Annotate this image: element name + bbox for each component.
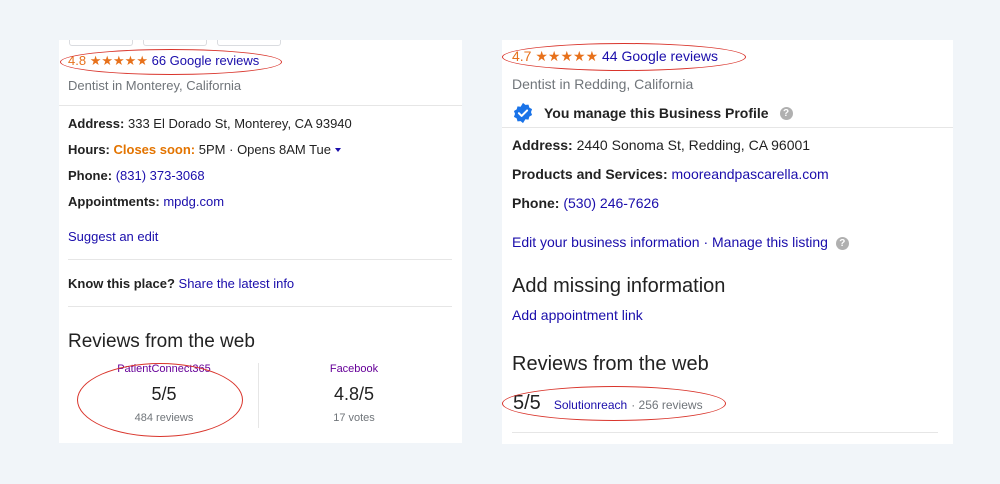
help-icon[interactable]: ? — [779, 106, 793, 120]
hours-close: 5PM — [198, 142, 226, 157]
phone-label: Phone: — [68, 168, 113, 183]
appointments-label: Appointments: — [68, 194, 160, 209]
address-value: 2440 Sonoma St, Redding, CA 96001 — [576, 137, 811, 153]
appointments-row: Appointments: mpdg.com — [68, 194, 224, 209]
annotation-oval — [60, 49, 282, 75]
share-info-link[interactable]: Share the latest info — [179, 276, 295, 291]
know-place-label: Know this place? — [68, 276, 175, 291]
address-row: Address: 333 El Dorado St, Monterey, CA … — [68, 116, 352, 131]
address-label: Address: — [68, 116, 125, 131]
divider — [68, 306, 452, 307]
review-count: 17 votes — [333, 412, 375, 424]
manage-profile-row: You manage this Business Profile ? — [512, 102, 793, 124]
divider — [59, 105, 462, 106]
reviews-heading: Reviews from the web — [68, 331, 255, 352]
products-link[interactable]: mooreandpascarella.com — [672, 166, 829, 182]
phone-label: Phone: — [512, 195, 560, 211]
annotation-oval — [502, 386, 726, 421]
action-button-2[interactable] — [143, 40, 207, 46]
annotation-oval — [77, 363, 243, 437]
divider — [68, 259, 452, 260]
chevron-down-icon[interactable] — [334, 148, 341, 152]
manage-listing-link[interactable]: · Manage this listing — [703, 234, 828, 250]
products-row: Products and Services: mooreandpascarell… — [512, 166, 829, 182]
right-business-panel: 4.7 ★★★★★ 44 Google reviews Dentist in R… — [502, 40, 953, 444]
address-value: 333 El Dorado St, Monterey, CA 93940 — [127, 116, 352, 131]
phone-row: Phone: (831) 373-3068 — [68, 168, 205, 183]
divider — [258, 363, 259, 428]
verified-badge-icon — [513, 102, 533, 124]
products-label: Products and Services: — [512, 166, 668, 182]
address-label: Address: — [512, 137, 573, 153]
manage-profile-text: You manage this Business Profile — [544, 105, 769, 121]
reviews-heading: Reviews from the web — [512, 353, 709, 375]
hours-open: · Opens 8AM Tue — [229, 142, 332, 157]
phone-link[interactable]: (530) 246-7626 — [563, 195, 659, 211]
review-source-link[interactable]: Facebook — [279, 363, 429, 375]
action-button-3[interactable] — [217, 40, 281, 46]
appointments-link[interactable]: mpdg.com — [163, 194, 224, 209]
edit-business-info-link[interactable]: Edit your business information — [512, 234, 700, 250]
know-place-row: Know this place? Share the latest info — [68, 276, 294, 291]
suggest-edit-link[interactable]: Suggest an edit — [68, 229, 158, 244]
annotation-oval — [502, 43, 746, 71]
hours-row: Hours: Closes soon: 5PM · Opens 8AM Tue — [68, 142, 341, 157]
phone-row: Phone: (530) 246-7626 — [512, 195, 659, 211]
business-category: Dentist in Monterey, California — [68, 78, 242, 93]
edit-row: Edit your business information · Manage … — [512, 234, 849, 250]
address-row: Address: 2440 Sonoma St, Redding, CA 960… — [512, 137, 810, 153]
hours-status: Closes soon: — [113, 142, 196, 157]
web-review-item[interactable]: Facebook 4.8/5 17 votes — [279, 363, 429, 424]
business-category: Dentist in Redding, California — [512, 76, 694, 92]
review-score: 4.8/5 — [333, 384, 375, 404]
phone-link[interactable]: (831) 373-3068 — [116, 168, 205, 183]
add-appointment-link[interactable]: Add appointment link — [512, 307, 643, 323]
left-business-panel: 4.8 ★★★★★ 66 Google reviews Dentist in M… — [59, 40, 462, 443]
action-button-1[interactable] — [69, 40, 133, 46]
hours-label: Hours: — [68, 142, 110, 157]
divider — [502, 127, 953, 128]
help-icon[interactable]: ? — [835, 237, 849, 250]
missing-info-heading: Add missing information — [512, 275, 726, 297]
divider — [512, 432, 938, 433]
